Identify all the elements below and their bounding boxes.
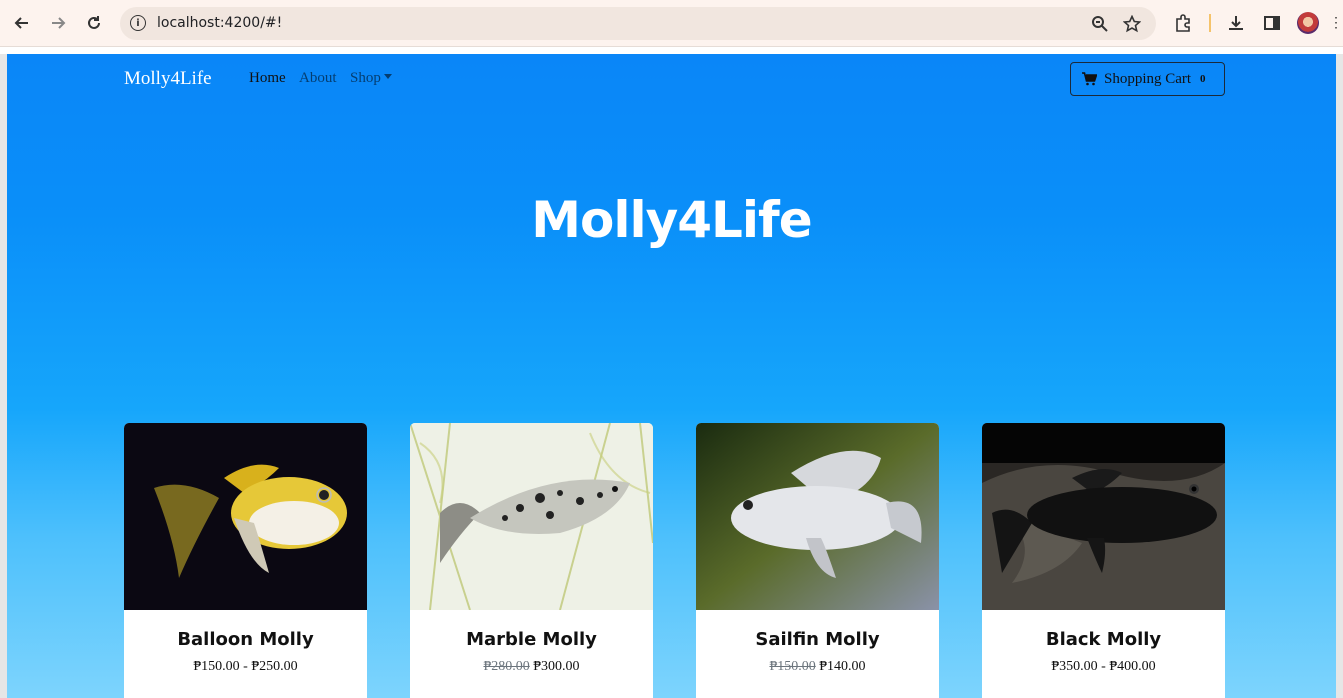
shopping-cart-button[interactable]: Shopping Cart 0 xyxy=(1070,62,1225,96)
product-card[interactable]: Marble Molly ₱280.00 ₱300.00 xyxy=(410,423,653,698)
address-bar[interactable]: i localhost:4200/#! xyxy=(120,7,1156,40)
sidepanel-icon[interactable] xyxy=(1261,12,1283,34)
product-card[interactable]: Balloon Molly ₱150.00 - ₱250.00 xyxy=(124,423,367,698)
product-card[interactable]: Black Molly ₱350.00 - ₱400.00 xyxy=(982,423,1225,698)
product-name[interactable]: Balloon Molly xyxy=(124,629,367,650)
product-old-price: ₱150.00 xyxy=(769,659,816,674)
nav-dropdown-shop[interactable]: Shop xyxy=(350,70,392,87)
cart-label: Shopping Cart xyxy=(1104,71,1192,87)
hero-title: Molly4Life xyxy=(531,191,812,249)
nav-link-about[interactable]: About xyxy=(299,70,337,87)
caret-down-icon xyxy=(383,74,392,79)
product-name[interactable]: Sailfin Molly xyxy=(696,629,939,650)
product-name[interactable]: Marble Molly xyxy=(410,629,653,650)
extensions-icon[interactable] xyxy=(1172,12,1194,34)
toolbar-divider xyxy=(1209,14,1211,32)
reload-icon[interactable] xyxy=(83,12,105,34)
page-edge-left xyxy=(0,54,7,698)
navbar-brand[interactable]: Molly4Life xyxy=(124,68,212,90)
nav-link-home[interactable]: Home xyxy=(249,70,286,87)
product-image-sailfin-molly[interactable] xyxy=(696,423,939,610)
product-image-balloon-molly[interactable] xyxy=(124,423,367,610)
back-arrow-icon[interactable] xyxy=(11,12,33,34)
product-price: ₱280.00 ₱300.00 xyxy=(410,659,653,675)
product-sale-price: ₱140.00 xyxy=(819,659,866,674)
product-price: ₱150.00 ₱140.00 xyxy=(696,659,939,675)
product-card[interactable]: Sailfin Molly ₱150.00 ₱140.00 xyxy=(696,423,939,698)
product-image-marble-molly[interactable] xyxy=(410,423,653,610)
product-price: ₱150.00 - ₱250.00 xyxy=(193,659,298,674)
zoom-icon[interactable] xyxy=(1090,14,1110,34)
product-image-black-molly[interactable] xyxy=(982,423,1225,610)
scrollbar-track[interactable] xyxy=(1336,54,1343,698)
kebab-icon[interactable]: ⋮ xyxy=(1329,14,1343,31)
forward-arrow-icon[interactable] xyxy=(47,12,69,34)
star-icon[interactable] xyxy=(1122,14,1142,34)
browser-toolbar: i localhost:4200/#! ⋮ xyxy=(0,0,1343,47)
avatar[interactable] xyxy=(1297,12,1319,34)
download-icon[interactable] xyxy=(1225,12,1247,34)
nav-shop-label: Shop xyxy=(350,70,381,86)
url-text[interactable]: localhost:4200/#! xyxy=(157,15,282,31)
page-content: Molly4Life Home About Shop Shopping Cart… xyxy=(7,54,1336,698)
product-sale-price: ₱300.00 xyxy=(533,659,580,674)
product-old-price: ₱280.00 xyxy=(483,659,530,674)
product-name[interactable]: Black Molly xyxy=(982,629,1225,650)
cart-count-badge: 0 xyxy=(1200,73,1206,85)
info-icon[interactable]: i xyxy=(130,15,146,31)
product-price: ₱350.00 - ₱400.00 xyxy=(1051,659,1156,674)
cart-icon xyxy=(1082,72,1097,86)
